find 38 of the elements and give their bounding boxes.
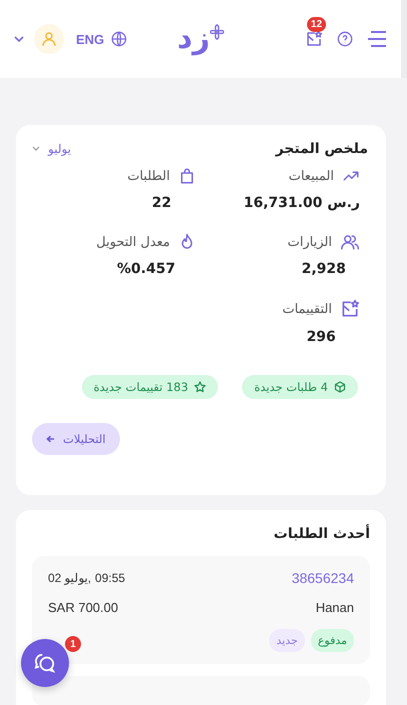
info-chip: 183 تقييمات جديدة (82, 375, 218, 399)
stat-label: الزيارات (288, 234, 332, 250)
period-dropdown[interactable]: يوليو (48, 142, 72, 156)
star-icon (194, 381, 206, 393)
stat-label: الطلبات (127, 168, 170, 184)
customer-name: Hanan (316, 600, 354, 615)
stat-value: ر.س 16,731.00 (244, 195, 360, 211)
order-card[interactable] (32, 676, 370, 705)
globe-icon[interactable] (111, 31, 128, 47)
payment-status-badge: مدفوع (310, 629, 354, 652)
help-icon[interactable] (337, 31, 354, 47)
stat-value: %0.457 (117, 261, 176, 277)
info-chip: 4 طلبات جديدة (242, 375, 358, 399)
shopping-bag-icon (178, 167, 196, 185)
stat-label: التقييمات (282, 302, 332, 316)
order-number[interactable]: 38656234 (292, 570, 354, 586)
star-mail-icon[interactable] (305, 30, 324, 48)
stat-label: معدل التحويل (96, 234, 170, 250)
card-title: ملخص المتجر (276, 141, 368, 157)
stat-label: المبيعات (288, 168, 334, 184)
box-icon (334, 381, 346, 393)
analytics-button[interactable]: التحليلات (32, 423, 120, 455)
card-title: أحدث الطلبات (272, 526, 370, 542)
chat-icon (34, 653, 56, 673)
order-total: SAR 700.00 (48, 600, 118, 615)
stat-value: 2,928 (302, 261, 346, 277)
menu-icon[interactable] (367, 30, 388, 48)
logo: زد (177, 24, 224, 54)
chevron-down-icon[interactable] (32, 146, 40, 152)
chevron-down-icon[interactable] (14, 35, 24, 43)
language-label[interactable]: ENG (76, 32, 104, 46)
users-icon (340, 233, 360, 251)
stat-value: 296 (306, 329, 336, 345)
order-status-badge: جديد (269, 629, 305, 652)
notification-badge: 12 (306, 17, 326, 32)
stat-value: 22 (152, 195, 172, 211)
arrow-left-icon (46, 435, 55, 443)
star-mail-icon (340, 299, 360, 319)
